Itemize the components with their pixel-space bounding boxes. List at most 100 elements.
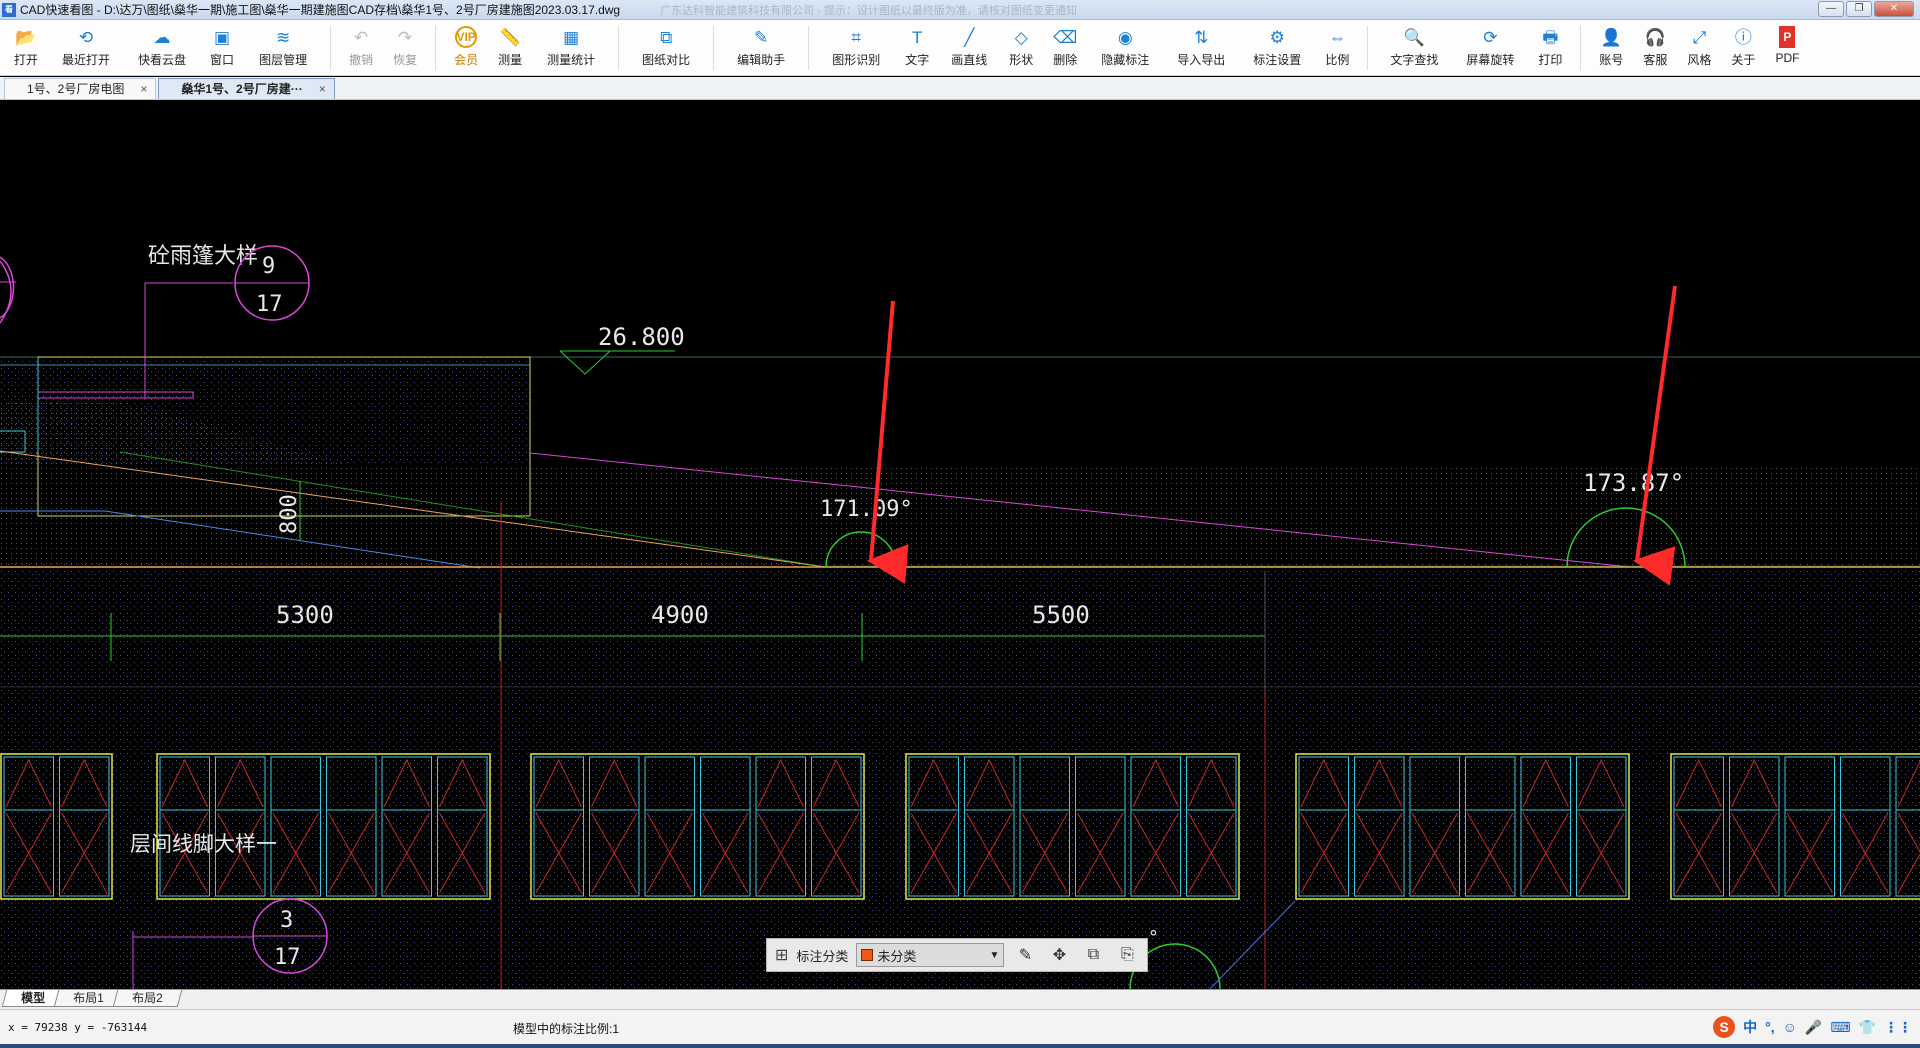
measure-button[interactable]: 📏 测量 [488, 20, 532, 76]
toolbar-separator [330, 26, 332, 70]
edit-icon[interactable]: ✎ [1012, 945, 1038, 965]
floor-detail-label: 层间线脚大样一 [130, 832, 277, 856]
shape-icon: ◇ [1014, 27, 1028, 47]
cloud-icon: ☁ [153, 27, 171, 47]
undo-button[interactable]: ↶ 撤销 [339, 20, 383, 76]
rotate-button[interactable]: ⟳ 屏幕旋转 [1452, 20, 1528, 76]
app-logo-icon: 看 [2, 2, 16, 17]
layout-tab-layout2[interactable]: 布局2 [112, 990, 182, 1007]
toolbar-separator [435, 26, 437, 70]
service-button[interactable]: 🎧 客服 [1633, 20, 1677, 76]
main-toolbar: 📂 打开 ⟲ 最近打开 ☁ 快看云盘 ▣ 窗口 ≋ 图层管理 ↶ 撤销 ↷ 恢复 VIP 会员 📏 测量 ▦ 测量统计… [0, 20, 1920, 76]
toolbar-label: 图层管理 [259, 53, 308, 67]
left-partial-bubble-arc [0, 260, 12, 324]
window-ghost-text: 广东达科智能建筑科技有限公司 - 提示：设计图纸以最终版为准，请核对图纸变更通知 [660, 4, 1077, 17]
dim-settings-button[interactable]: ⚙ 标注设置 [1239, 20, 1315, 76]
toolbar-label: 导入导出 [1177, 53, 1226, 67]
ime-menu-icon[interactable]: ⋮⋮ [1884, 1019, 1912, 1036]
window-button[interactable]: ▣ 窗口 [200, 20, 244, 76]
toolbar-separator [713, 26, 715, 70]
shape-recog-icon: ⌗ [851, 27, 861, 47]
shape-button[interactable]: ◇ 形状 [999, 20, 1043, 76]
ime-mode-label[interactable]: 中 [1743, 1017, 1757, 1037]
dim-label-1: 5300 [276, 601, 334, 629]
toolbar-label: 形状 [1009, 53, 1034, 67]
shape-recog-button[interactable]: ⌗ 图形识别 [817, 20, 895, 76]
minimize-button[interactable]: — [1818, 1, 1844, 17]
sogou-logo-icon[interactable]: S [1713, 1016, 1736, 1038]
toolbar-label: 会员 [454, 53, 479, 67]
redo-button[interactable]: ↷ 恢复 [383, 20, 427, 76]
floor-bubble-bottom: 17 [274, 945, 301, 970]
compare-button[interactable]: ⧉ 图纸对比 [627, 20, 705, 76]
elevation-label: 26.800 [598, 323, 685, 351]
toolbar-separator [808, 26, 810, 70]
paste-icon[interactable]: ⎘ [1114, 946, 1140, 964]
printer-icon: 🖶 [1542, 27, 1559, 47]
text-icon: T [912, 27, 923, 47]
document-tab-2[interactable]: 燊华1号、2号厂房建··· × [158, 78, 335, 99]
recent-button[interactable]: ⟲ 最近打开 [48, 20, 124, 76]
about-button[interactable]: ⓘ 关于 [1721, 20, 1765, 76]
import-export-button[interactable]: ⇅ 导入导出 [1163, 20, 1239, 76]
floor-bubble-top: 3 [280, 908, 293, 933]
close-tab-icon[interactable]: × [319, 79, 326, 99]
text-search-button[interactable]: 🔍 文字查找 [1376, 20, 1452, 76]
open-button[interactable]: 📂 打开 [4, 20, 48, 76]
account-button[interactable]: 👤 账号 [1589, 20, 1633, 76]
document-tab-1[interactable]: 1号、2号厂房电图 × [4, 78, 157, 99]
window-controls: — ❐ ✕ [1818, 1, 1914, 17]
toolbar-label: 最近打开 [62, 53, 111, 67]
maximize-button[interactable]: ❐ [1846, 1, 1872, 17]
layers-button[interactable]: ≋ 图层管理 [244, 20, 322, 76]
pdf-button[interactable]: P PDF [1765, 20, 1809, 76]
toolbar-label: 隐藏标注 [1101, 53, 1150, 67]
document-tab-label: 燊华1号、2号厂房建··· [181, 82, 303, 96]
skin-icon[interactable]: 👕 [1859, 1019, 1876, 1036]
layout-tab-label: 布局1 [73, 991, 104, 1005]
style-button[interactable]: ⤢ 风格 [1677, 20, 1721, 76]
punctuation-icon[interactable]: °, [1765, 1019, 1775, 1035]
toolbar-label: 客服 [1643, 53, 1668, 67]
layout-tab-label: 模型 [21, 991, 46, 1005]
keyboard-icon[interactable]: ⌨ [1830, 1019, 1850, 1036]
measure-stats-button[interactable]: ▦ 测量统计 [532, 20, 610, 76]
edit-helper-button[interactable]: ✎ 编辑助手 [722, 20, 800, 76]
copy-icon[interactable]: ⧉ [1080, 946, 1106, 964]
move-icon[interactable]: ✥ [1046, 945, 1072, 965]
layout-tab-bar: 模型 布局1 布局2 [0, 989, 1920, 1009]
toolbar-label: 账号 [1599, 53, 1624, 67]
ime-toolbar: S 中 °, ☺ 🎤 ⌨ 👕 ⋮⋮ [1713, 1016, 1912, 1038]
document-tab-bar: 1号、2号厂房电图 × 燊华1号、2号厂房建··· × [0, 77, 1920, 100]
cloud-button[interactable]: ☁ 快看云盘 [124, 20, 200, 76]
gear-icon: ⚙ [1269, 27, 1285, 47]
toolbar-label: 测量 [498, 53, 523, 67]
erase-button[interactable]: ⌫ 删除 [1043, 20, 1087, 76]
text-button[interactable]: T 文字 [895, 20, 939, 76]
vip-button[interactable]: VIP 会员 [444, 20, 488, 76]
grid-menu-icon[interactable]: ⊞ [775, 945, 788, 965]
microphone-icon[interactable]: 🎤 [1805, 1019, 1822, 1036]
print-button[interactable]: 🖶 打印 [1528, 20, 1572, 76]
toolbar-separator [1580, 26, 1582, 70]
import-export-icon: ⇅ [1194, 27, 1209, 47]
scale-icon: ⇔ [1328, 27, 1346, 47]
hide-dim-button[interactable]: ◉ 隐藏标注 [1087, 20, 1163, 76]
toolbar-label: 图形识别 [832, 53, 881, 67]
toolbar-separator [618, 26, 620, 70]
eye-icon: ◉ [1117, 27, 1133, 47]
compare-icon: ⧉ [660, 27, 673, 47]
user-icon: 👤 [1600, 27, 1622, 47]
emoji-icon[interactable]: ☺ [1783, 1019, 1797, 1035]
toolbar-label: 打印 [1538, 53, 1563, 67]
close-tab-icon[interactable]: × [140, 79, 147, 99]
scale-button[interactable]: ⇔ 比例 [1315, 20, 1359, 76]
layout-tab-label: 布局2 [131, 991, 163, 1005]
drawing-canvas[interactable]: 800 26.800 171.09° 173.87° 5300 4900 550… [0, 101, 1920, 989]
annotation-category-select[interactable]: 未分类 ▼ [856, 943, 1005, 967]
elevation-marker [559, 350, 612, 375]
toolbar-label: 风格 [1687, 53, 1712, 67]
style-icon: ⤢ [1692, 27, 1707, 47]
close-window-button[interactable]: ✕ [1874, 1, 1914, 17]
line-button[interactable]: ╱ 画直线 [939, 20, 999, 76]
